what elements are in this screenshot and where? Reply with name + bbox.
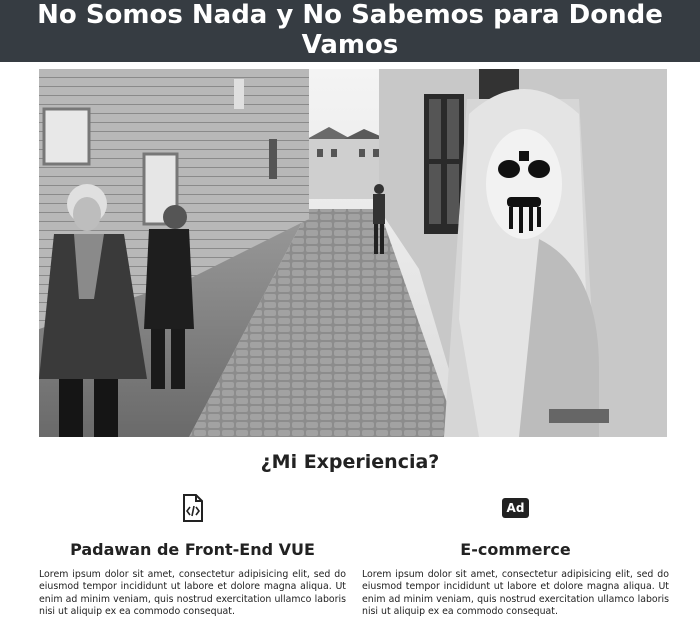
ad-icon-wrapper: Ad [502,494,529,522]
site-header: No Somos Nada y No Sabemos para Donde Va… [0,0,700,62]
experience-item-ecommerce: Ad E-commerce Lorem ipsum dolor sit amet… [362,494,669,619]
hero-photo [39,69,667,437]
experience-item-frontend: Padawan de Front-End VUE Lorem ipsum dol… [39,494,346,619]
experience-title: ¿Mi Experiencia? [260,451,440,473]
code-file-icon [182,494,204,522]
ad-icon: Ad [502,498,529,518]
hero-image [39,69,667,437]
experience-item-title: E-commerce [460,540,571,559]
page-title: No Somos Nada y No Sabemos para Donde Va… [37,0,663,60]
experience-item-description: Lorem ipsum dolor sit amet, consectetur … [362,569,669,618]
experience-item-description: Lorem ipsum dolor sit amet, consectetur … [39,569,346,618]
experience-item-title: Padawan de Front-End VUE [70,540,315,559]
